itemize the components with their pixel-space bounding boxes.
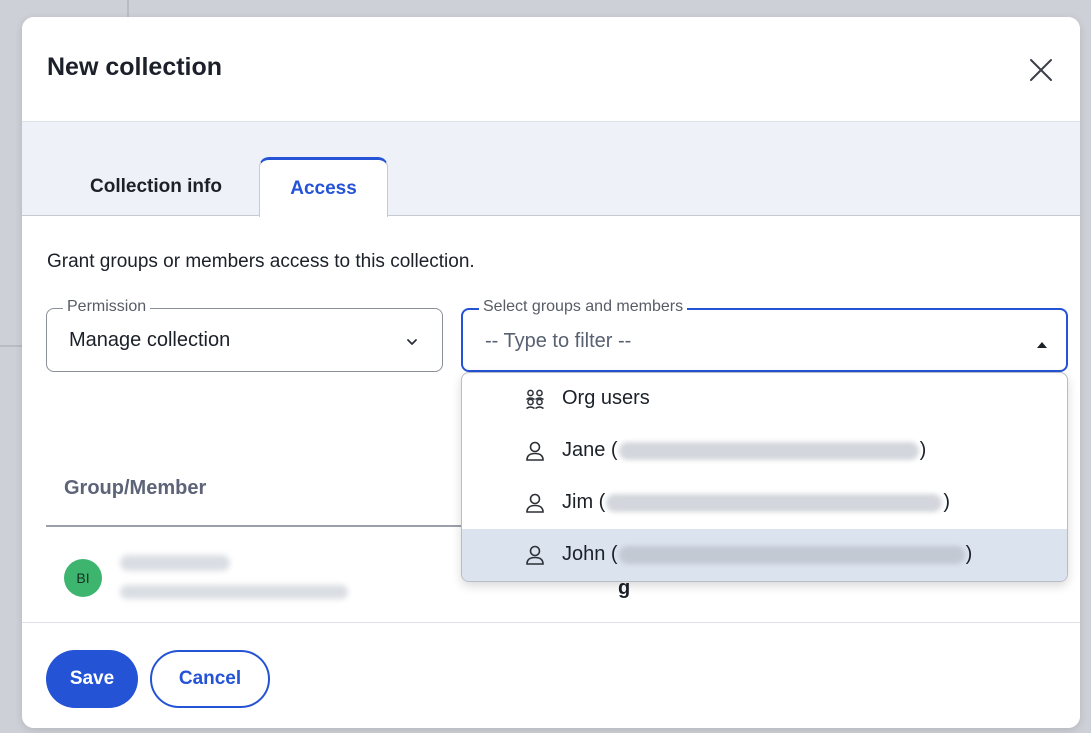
option-jim[interactable]: Jim () (462, 477, 1067, 529)
dialog-footer: Save Cancel (22, 622, 1080, 728)
user-icon (524, 492, 546, 514)
permission-legend: Permission (63, 298, 151, 316)
permission-value: Manage collection (69, 329, 231, 351)
new-collection-dialog: New collection Collection info Access Gr… (22, 17, 1080, 728)
permission-select[interactable]: Permission Manage collection (46, 298, 443, 372)
caret-up-icon (1035, 337, 1049, 348)
groups-members-dropdown: Org users Jane () Jim () John () (461, 372, 1068, 582)
option-label: Org users (562, 387, 650, 409)
dialog-title: New collection (47, 53, 223, 81)
redacted-member-email (120, 585, 348, 599)
dialog-header: New collection (22, 17, 1080, 122)
option-label: John () (562, 543, 973, 565)
column-header-underline (46, 525, 466, 527)
option-label: Jim () (562, 491, 950, 513)
backdrop-divider-vertical (127, 0, 129, 17)
groups-members-select[interactable]: Select groups and members -- Type to fil… (461, 298, 1068, 372)
select-legend: Select groups and members (479, 298, 688, 316)
redacted-email (606, 493, 943, 512)
select-filter-input[interactable]: -- Type to filter -- (485, 330, 631, 353)
option-jane[interactable]: Jane () (462, 425, 1067, 477)
avatar: BI (64, 559, 102, 597)
column-header-group-member: Group/Member (64, 477, 207, 499)
tab-access[interactable]: Access (259, 157, 388, 217)
option-john[interactable]: John () (462, 529, 1067, 581)
redacted-member-name (120, 555, 230, 571)
access-description: Grant groups or members access to this c… (47, 251, 475, 272)
cancel-button[interactable]: Cancel (150, 650, 270, 708)
user-icon (524, 544, 546, 566)
chevron-down-icon (405, 335, 419, 349)
close-icon[interactable] (1026, 55, 1056, 85)
tab-collection-info[interactable]: Collection info (56, 157, 256, 216)
tab-bar: Collection info Access (22, 122, 1080, 217)
group-icon (524, 388, 546, 410)
save-button[interactable]: Save (46, 650, 138, 708)
user-icon (524, 440, 546, 462)
redacted-email (618, 441, 919, 460)
backdrop-divider-horizontal (0, 345, 22, 347)
option-org-users[interactable]: Org users (462, 373, 1067, 425)
redacted-email (618, 545, 965, 564)
option-label: Jane () (562, 439, 927, 461)
